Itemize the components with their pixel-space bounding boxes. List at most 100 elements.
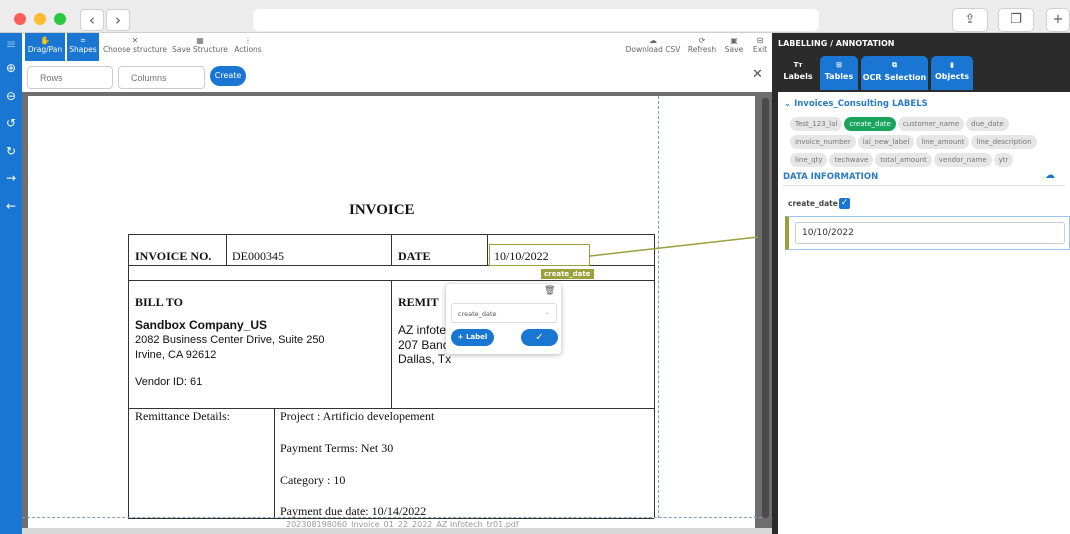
- tabs-icon[interactable]: ❐: [998, 8, 1034, 32]
- address-bar[interactable]: [253, 9, 819, 31]
- toolbar: ✋ Drag/Pan ⌗ Shapes ✕ Choose structure ▦ Sav…: [22, 33, 772, 61]
- back-button[interactable]: ‹: [80, 9, 104, 31]
- exit-icon: ⊟: [756, 36, 764, 45]
- label-chip[interactable]: customer_name: [897, 117, 965, 131]
- rotate-left-icon[interactable]: ↺: [0, 116, 22, 130]
- file-icon: ▮: [950, 61, 954, 69]
- left-sidebar: ≡ ⊕ ⊖ ↺ ↻ → ←: [0, 33, 22, 534]
- remit-line-2: 207 Banc: [398, 338, 449, 352]
- annotation-box[interactable]: [489, 244, 590, 266]
- confirm-button[interactable]: ✓: [521, 329, 558, 346]
- label-chip[interactable]: invoice_number: [790, 135, 856, 149]
- cloud-download-icon: ☁: [649, 36, 657, 45]
- create-button[interactable]: Create: [210, 66, 246, 86]
- remittance-label: Remittance Details:: [135, 409, 230, 423]
- browser-chrome: ‹ › ⇪ ❐ +: [0, 0, 1070, 33]
- payment-terms: Payment Terms: Net 30: [280, 441, 394, 455]
- label-chip[interactable]: due_date: [966, 117, 1009, 131]
- label-chip[interactable]: create_date: [844, 117, 896, 131]
- annotation-connector: [589, 236, 758, 257]
- menu-icon[interactable]: ≡: [0, 37, 22, 51]
- label-chips: Test_123_lal create_date customer_name due_…: [790, 116, 1070, 170]
- invoice-title: INVOICE: [349, 202, 415, 218]
- zoom-out-icon[interactable]: ⊖: [0, 89, 22, 103]
- document-canvas[interactable]: INVOICE INVOICE NO. DE000345 DATE 10/10/…: [22, 92, 772, 529]
- arrow-left-icon[interactable]: ←: [0, 199, 22, 213]
- label-chip[interactable]: Test_123_lal: [790, 117, 843, 131]
- rows-input[interactable]: [27, 66, 113, 89]
- bill-address-1: 2082 Business Center Drive, Suite 250: [135, 334, 325, 346]
- remit-label: REMIT: [398, 295, 439, 309]
- data-information-header: DATA INFORMATION: [783, 172, 879, 182]
- label-chip[interactable]: line_qty: [790, 153, 828, 167]
- columns-input[interactable]: [118, 66, 205, 89]
- payment-due-date: Payment due date: 10/14/2022: [280, 504, 427, 518]
- table-icon: ⊞: [836, 61, 842, 69]
- chevron-down-icon: ⌄: [544, 308, 550, 316]
- drag-pan-button[interactable]: ✋ Drag/Pan: [25, 33, 65, 61]
- zoom-in-icon[interactable]: ⊕: [0, 61, 22, 75]
- vertical-scrollbar[interactable]: [762, 98, 769, 518]
- project: Project : Artificio developement: [280, 409, 435, 423]
- more-icon: ⋮: [244, 36, 252, 45]
- new-tab-button[interactable]: +: [1046, 8, 1070, 32]
- remit-line-3: Dallas, Tx: [398, 352, 452, 366]
- date-label: DATE: [398, 249, 431, 263]
- label-chip[interactable]: techwave: [829, 153, 874, 167]
- tab-labels[interactable]: Tт Labels: [778, 56, 818, 90]
- invoice-no-label: INVOICE NO.: [135, 249, 212, 263]
- field-label: create_date: [788, 199, 838, 208]
- save-button[interactable]: ▣ Save: [722, 33, 746, 61]
- tab-objects[interactable]: ▮ Objects: [931, 56, 973, 90]
- actions-button[interactable]: ⋮ Actions: [232, 33, 264, 61]
- annotation-panel: LABELLING / ANNOTATION Tт Labels ⊞ Tables …: [772, 33, 1070, 534]
- bill-company: Sandbox Company_US: [135, 318, 268, 332]
- share-icon[interactable]: ⇪: [952, 8, 988, 32]
- rotate-right-icon[interactable]: ↻: [0, 144, 22, 158]
- labels-panel-body: ⌄ Invoices_Consulting LABELS Test_123_la…: [778, 92, 1070, 534]
- annotation-popup: 🗑 create_date ⌄ + Label ✓: [446, 284, 561, 354]
- add-label-button[interactable]: + Label: [451, 329, 494, 346]
- label-select[interactable]: create_date ⌄: [451, 303, 557, 323]
- shapes-button[interactable]: ⌗ Shapes: [67, 33, 99, 61]
- label-chip[interactable]: lal_new_label: [857, 135, 915, 149]
- grid-icon: ▦: [196, 36, 204, 45]
- annotation-tag: create_date: [541, 269, 594, 279]
- label-chip[interactable]: ytr: [993, 153, 1014, 167]
- horizontal-scrollbar[interactable]: [22, 528, 772, 534]
- label-chip[interactable]: line_description: [971, 135, 1037, 149]
- label-chip[interactable]: line_amount: [916, 135, 970, 149]
- forward-button[interactable]: ›: [106, 9, 130, 31]
- text-icon: Tт: [793, 61, 803, 69]
- trash-icon[interactable]: 🗑: [544, 286, 555, 296]
- tab-ocr-selection[interactable]: ⧉ OCR Selection: [861, 56, 928, 90]
- arrow-right-icon[interactable]: →: [0, 171, 22, 185]
- label-chip[interactable]: total_amount: [875, 153, 932, 167]
- minimize-window-button[interactable]: [34, 13, 46, 25]
- vendor-id: Vendor ID: 61: [135, 376, 203, 388]
- field-card: [785, 216, 1070, 250]
- category: Category : 10: [280, 473, 346, 487]
- field-checkbox[interactable]: ✓: [839, 198, 850, 209]
- exit-button[interactable]: ⊟ Exit: [749, 33, 771, 61]
- label-group-header[interactable]: ⌄ Invoices_Consulting LABELS: [784, 99, 928, 109]
- document-page: INVOICE INVOICE NO. DE000345 DATE 10/10/…: [22, 96, 762, 529]
- field-value-input[interactable]: [795, 222, 1065, 244]
- bill-address-2: Irvine, CA 92612: [135, 349, 217, 361]
- shapes-icon: ⌗: [80, 36, 86, 45]
- label-chip[interactable]: vendor_name: [933, 153, 992, 167]
- cloud-upload-icon[interactable]: ☁: [1045, 170, 1055, 181]
- choose-structure-button[interactable]: ✕ Choose structure: [102, 33, 168, 61]
- remit-line-1: AZ infote: [398, 323, 447, 337]
- refresh-button[interactable]: ⟳ Refresh: [686, 33, 718, 61]
- maximize-window-button[interactable]: [54, 13, 66, 25]
- close-window-button[interactable]: [14, 13, 26, 25]
- bill-to-label: BILL TO: [135, 295, 183, 309]
- cross-icon: ✕: [131, 36, 139, 45]
- close-icon[interactable]: ✕: [752, 67, 763, 82]
- tab-tables[interactable]: ⊞ Tables: [820, 56, 858, 90]
- save-structure-button[interactable]: ▦ Save Structure: [172, 33, 228, 61]
- panel-title: LABELLING / ANNOTATION: [778, 39, 895, 48]
- download-csv-button[interactable]: ☁ Download CSV: [625, 33, 681, 61]
- refresh-icon: ⟳: [698, 36, 706, 45]
